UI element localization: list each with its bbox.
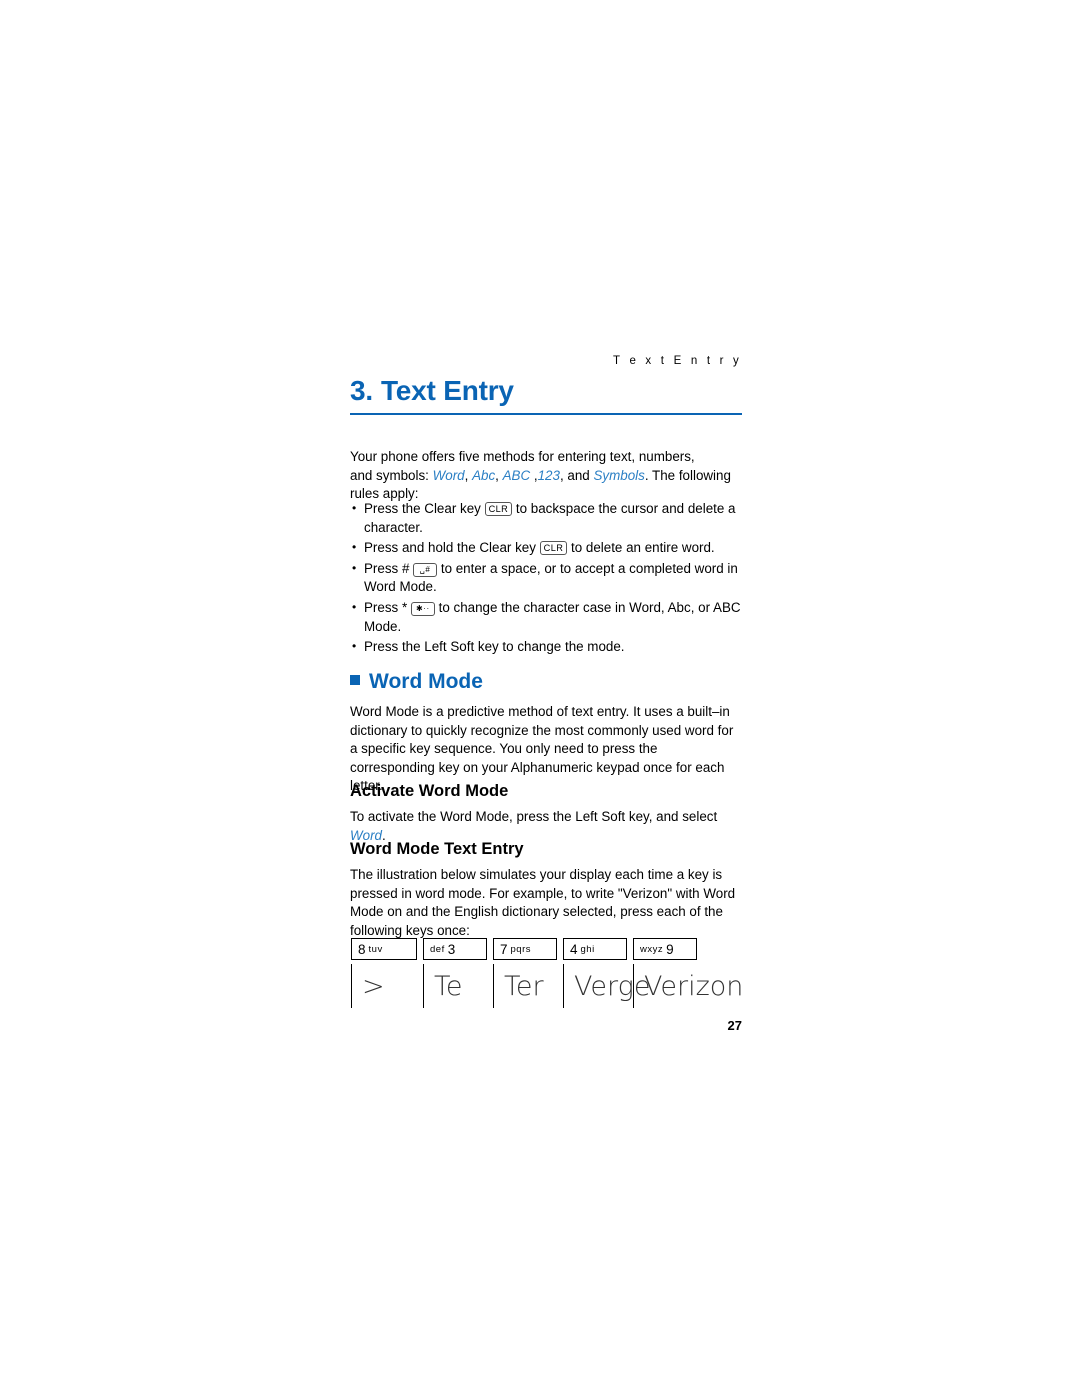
display-preview-1: >	[351, 964, 423, 1008]
display-cell: Te	[423, 964, 493, 1008]
intro-line-2-suffix: . The following	[644, 467, 731, 483]
mode-word: Word	[432, 467, 465, 483]
rule-text-before: Press #	[364, 560, 414, 576]
display-preview-row: > Te Ter Verge Verizon	[351, 964, 743, 1008]
display-preview-3: Ter	[493, 964, 563, 1008]
rule-text-before: Press *	[364, 599, 411, 615]
rule-text-before: Press the Left Soft key to change the mo…	[364, 639, 625, 655]
rule-text-before: Press and hold the Clear key	[364, 540, 540, 556]
display-preview-4: Verge	[563, 964, 650, 1008]
manual-page: T e x t E n t r y 3. Text Entry Your phon…	[0, 0, 1080, 1397]
keycap-8: 8 tuv	[351, 938, 417, 960]
keycap-letters: pqrs	[510, 943, 531, 955]
subheading-word-mode-text-entry: Word Mode Text Entry	[350, 840, 524, 858]
keycap-row: 8 tuv 3 def 7 pqrs 4 ghi 9 wxyz	[351, 938, 741, 960]
mode-abc-upper: ABC	[502, 467, 531, 483]
subheading-activate-word-mode: Activate Word Mode	[350, 782, 509, 800]
keycap-digit: 4	[570, 941, 578, 957]
keycap-cell: 7 pqrs	[493, 938, 563, 960]
display-cell: Verizon	[633, 964, 743, 1008]
star-key-icon: ✱··	[410, 601, 435, 616]
clear-key-icon: CLR	[484, 502, 513, 516]
intro-line-1: Your phone offers five methods for enter…	[350, 449, 695, 464]
display-preview-5: Verizon	[633, 964, 743, 1008]
keycap-7: 7 pqrs	[493, 938, 557, 960]
chapter-title: Text Entry	[380, 375, 514, 406]
keycap-digit: 3	[447, 941, 456, 957]
text-entry-paragraph: The illustration below simulates your di…	[350, 867, 736, 938]
keycap-cell: 8 tuv	[351, 938, 423, 960]
list-item: Press the Clear key CLR to backspace the…	[350, 499, 750, 537]
rules-list: Press the Clear key CLR to backspace the…	[350, 499, 750, 659]
list-item: Press and hold the Clear key CLR to dele…	[350, 538, 750, 558]
keycap-digit: 7	[500, 941, 508, 957]
clear-key-icon: CLR	[539, 541, 568, 556]
activate-text-before: To activate the Word Mode, press the Lef…	[350, 809, 718, 824]
intro-paragraph: Your phone offers five methods for enter…	[350, 449, 731, 502]
section-heading-word-mode: Word Mode	[350, 670, 483, 694]
keycap-letters: ghi	[580, 943, 595, 955]
section-heading-label: Word Mode	[369, 670, 483, 693]
mode-symbols: Symbols	[593, 467, 645, 483]
chapter-heading: 3. Text Entry	[350, 375, 742, 415]
keycap-cell: 9 wxyz	[633, 938, 703, 960]
keycap-cell: 3 def	[423, 938, 493, 960]
keycap-9: 9 wxyz	[633, 938, 697, 960]
display-cell: >	[351, 964, 423, 1008]
rule-text-after: to delete an entire word.	[567, 540, 715, 556]
mode-and: , and	[559, 467, 594, 483]
chapter-number: 3.	[350, 375, 373, 406]
bullet-square-icon	[350, 675, 360, 685]
list-item: Press # ␣# to enter a space, or to accep…	[350, 559, 750, 597]
keycap-3: 3 def	[423, 938, 487, 960]
keycap-digit: 8	[358, 941, 366, 957]
pound-space-key-icon: ␣#	[413, 562, 438, 577]
list-item: Press the Left Soft key to change the mo…	[350, 637, 750, 657]
list-item: Press * ✱·· to change the character case…	[350, 598, 750, 636]
intro-line-3: rules apply:	[350, 486, 419, 502]
keycap-cell: 4 ghi	[563, 938, 633, 960]
running-header: T e x t E n t r y	[613, 355, 742, 367]
chapter-rule	[350, 413, 742, 415]
mode-123: 123	[537, 467, 560, 483]
keycap-letters: def	[430, 943, 445, 955]
page-number: 27	[727, 1018, 742, 1033]
keycap-letters: wxyz	[640, 943, 664, 955]
keycap-letters: tuv	[368, 943, 383, 955]
intro-line-2-prefix: and symbols:	[350, 467, 433, 483]
display-cell: Ter	[493, 964, 563, 1008]
keycap-digit: 9	[666, 941, 674, 957]
display-cell: Verge	[563, 964, 650, 1008]
display-preview-2: Te	[423, 964, 493, 1008]
rule-text-before: Press the Clear key	[364, 501, 485, 516]
keypad-illustration: 8 tuv 3 def 7 pqrs 4 ghi 9 wxyz > Te Ter…	[351, 938, 743, 1008]
keycap-4: 4 ghi	[563, 938, 627, 960]
mode-abc-mixed: Abc	[472, 467, 496, 483]
